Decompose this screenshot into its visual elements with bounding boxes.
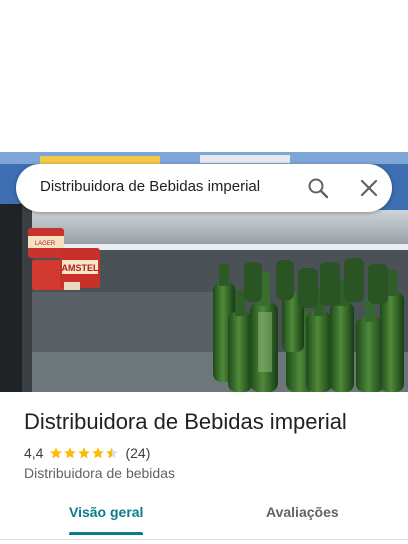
star-icon — [64, 447, 77, 459]
place-category[interactable]: Distribuidora de bebidas — [24, 465, 175, 481]
star-icon — [78, 447, 91, 459]
lager-label: LAGER — [35, 241, 56, 247]
place-tabs: Visão geral Avaliações — [0, 496, 408, 536]
rating-value: 4,4 — [24, 445, 44, 461]
star-icon — [50, 447, 63, 459]
amstel-label: AMSTEL — [62, 263, 100, 273]
place-title: Distribuidora de Bebidas imperial — [24, 409, 347, 434]
blank-header-area — [0, 0, 408, 152]
search-input[interactable]: Distribuidora de Bebidas imperial — [40, 178, 260, 195]
tab-overview[interactable]: Visão geral — [69, 504, 143, 520]
close-icon[interactable] — [357, 176, 381, 200]
search-bar[interactable]: Distribuidora de Bebidas imperial — [16, 164, 392, 212]
star-rating — [49, 446, 119, 460]
rating-row[interactable]: 4,4 (24) — [24, 444, 150, 462]
search-icon[interactable] — [306, 176, 330, 200]
star-icon — [92, 447, 105, 459]
tabs-divider — [0, 539, 408, 540]
active-tab-indicator — [69, 532, 143, 535]
tab-reviews[interactable]: Avaliações — [266, 504, 339, 520]
half-star-icon — [106, 447, 119, 459]
review-count[interactable]: (24) — [125, 445, 150, 461]
